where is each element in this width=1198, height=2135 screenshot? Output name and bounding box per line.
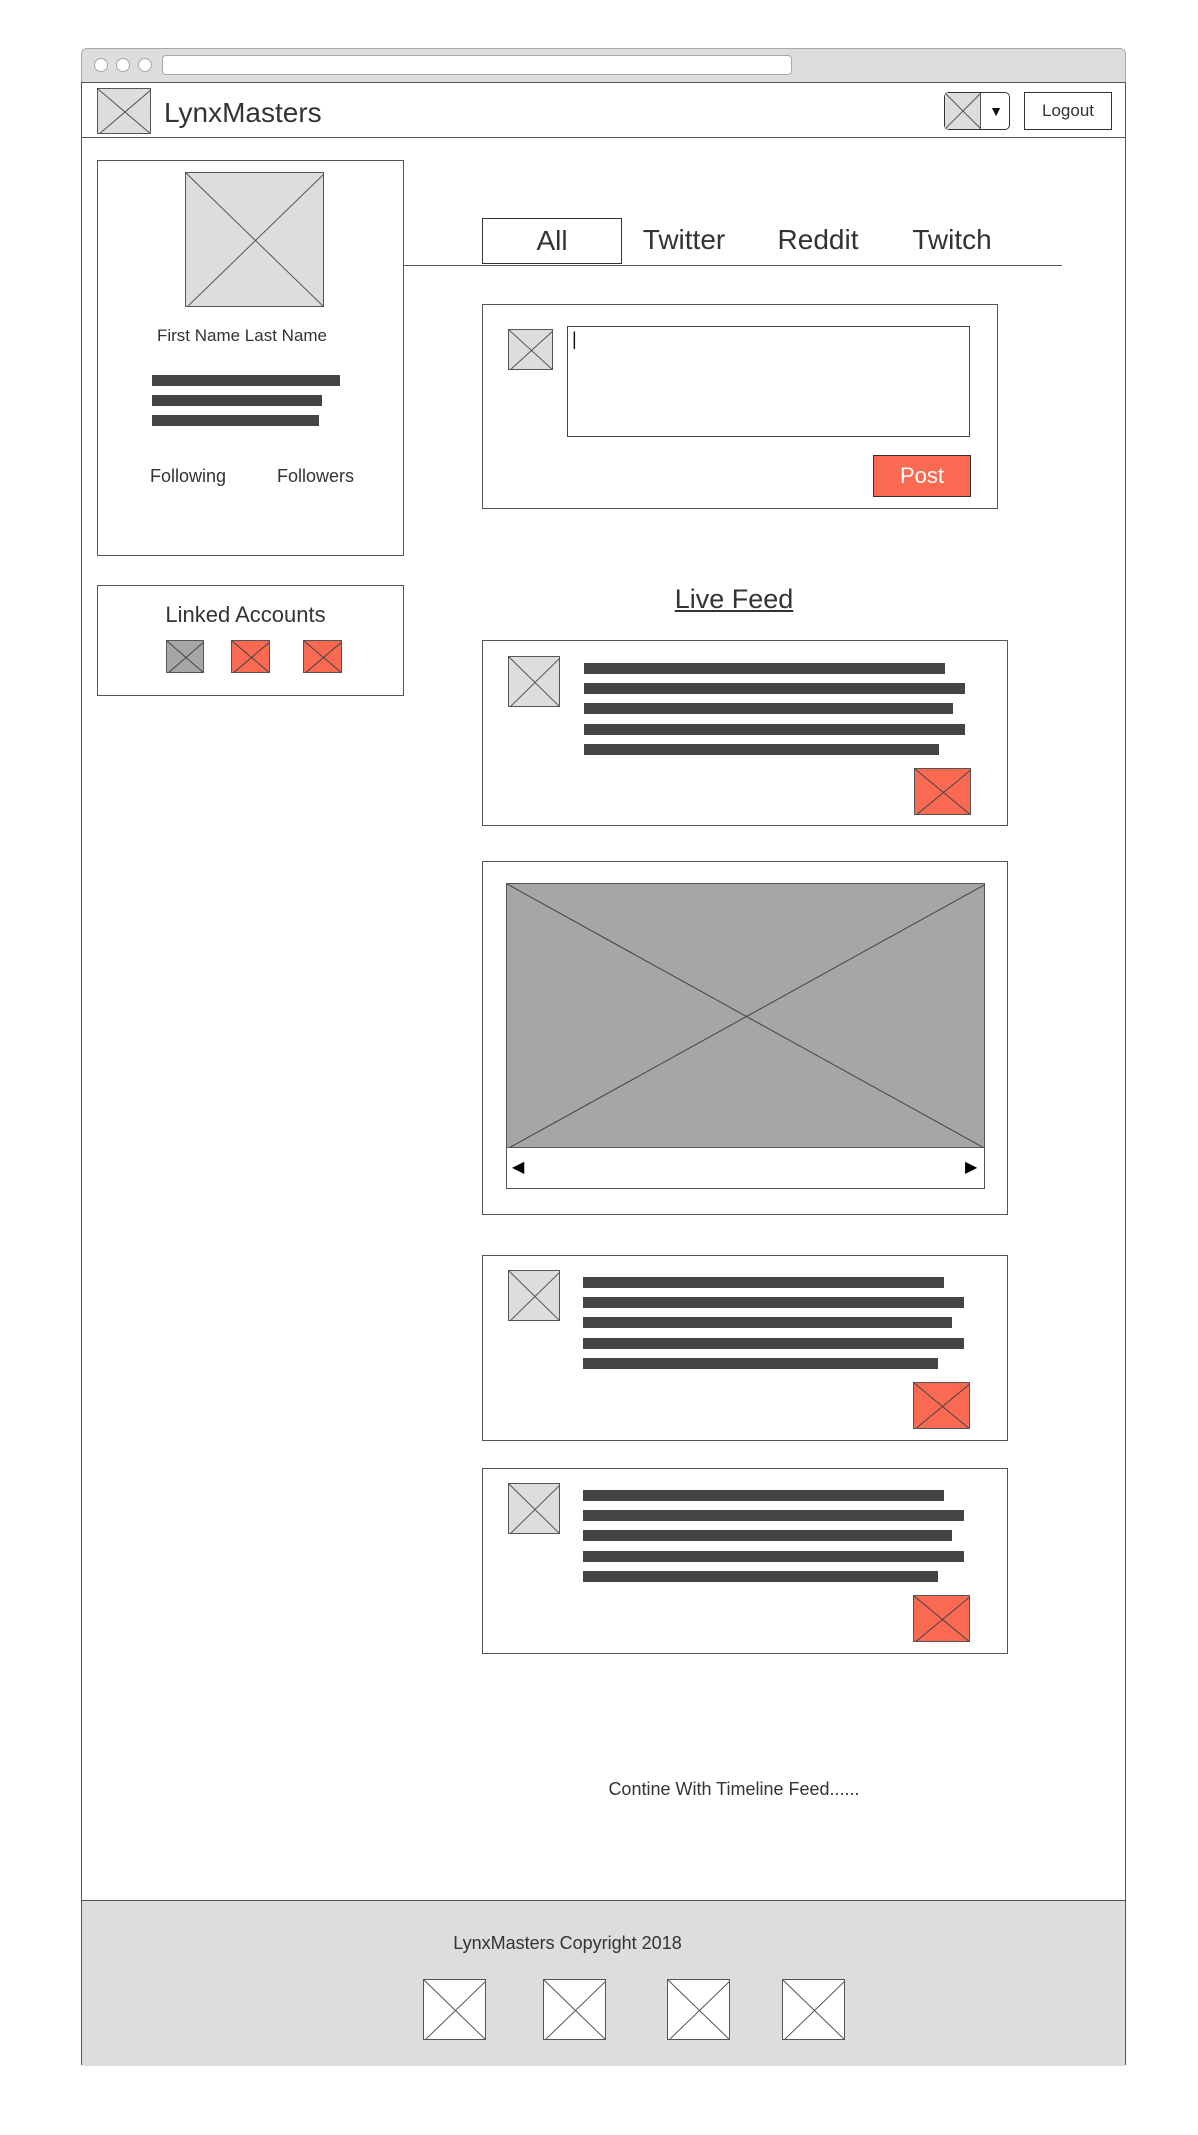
post-textarea[interactable]: | (567, 326, 970, 437)
user-menu-dropdown[interactable]: ▼ (944, 92, 1010, 130)
carousel-controls: ◀ ▶ (506, 1147, 985, 1189)
user-avatar-icon (945, 93, 981, 129)
tab-reddit[interactable]: Reddit (766, 218, 870, 264)
feed-text-line (583, 1358, 938, 1369)
feed-text-line (583, 1277, 944, 1288)
tab-twitch[interactable]: Twitch (900, 218, 1004, 264)
feed-avatar-icon[interactable] (508, 1483, 560, 1534)
composer-avatar-icon (508, 329, 553, 370)
tab-all[interactable]: All (482, 218, 622, 264)
profile-name: First Name Last Name (156, 326, 328, 345)
live-feed-title: Live Feed (674, 584, 794, 614)
feed-text-line (583, 1317, 952, 1328)
feed-text-line (583, 1510, 964, 1521)
logo-image-icon[interactable] (97, 88, 151, 134)
logout-button[interactable]: Logout (1024, 92, 1112, 130)
feed-text-line (583, 1551, 964, 1562)
feed-text-line (584, 703, 953, 714)
carousel-next-icon[interactable]: ▶ (965, 1148, 977, 1188)
window-minimize-dot[interactable] (116, 58, 130, 72)
post-button[interactable]: Post (873, 455, 971, 497)
linked-accounts-title: Linked Accounts (165, 602, 326, 627)
linked-account-icon[interactable] (231, 640, 270, 673)
following-link[interactable]: Following (150, 466, 226, 487)
media-image-icon[interactable] (506, 883, 985, 1148)
chevron-down-icon[interactable]: ▼ (981, 93, 1011, 129)
browser-titlebar (81, 48, 1126, 82)
continue-feed-text: Contine With Timeline Feed...... (608, 1779, 860, 1799)
feed-avatar-icon[interactable] (508, 1270, 560, 1321)
footer-social-icon[interactable] (423, 1979, 486, 2040)
followers-link[interactable]: Followers (277, 466, 354, 487)
feed-text-line (584, 663, 945, 674)
brand-title[interactable]: LynxMasters (164, 96, 322, 130)
profile-picture-icon[interactable] (185, 172, 324, 307)
feed-avatar-icon[interactable] (508, 656, 560, 707)
address-bar[interactable] (162, 55, 792, 75)
linked-account-icon[interactable] (166, 640, 204, 673)
feed-source-icon[interactable] (914, 768, 971, 815)
feed-text-line (583, 1571, 938, 1582)
footer-social-icon[interactable] (667, 1979, 730, 2040)
feed-text-line (583, 1530, 952, 1541)
profile-bio-line (152, 395, 322, 406)
window-maximize-dot[interactable] (138, 58, 152, 72)
footer-copyright: LynxMasters Copyright 2018 (453, 1933, 682, 1953)
feed-text-line (584, 724, 965, 735)
window-close-dot[interactable] (94, 58, 108, 72)
feed-text-line (584, 683, 965, 694)
tab-twitter[interactable]: Twitter (632, 218, 736, 264)
linked-account-icon[interactable] (303, 640, 342, 673)
feed-source-icon[interactable] (913, 1382, 970, 1429)
footer-social-icon[interactable] (782, 1979, 845, 2040)
feed-text-line (583, 1338, 964, 1349)
feed-text-line (584, 744, 939, 755)
feed-text-line (583, 1490, 944, 1501)
feed-source-icon[interactable] (913, 1595, 970, 1642)
profile-bio-line (152, 375, 340, 386)
footer-social-icon[interactable] (543, 1979, 606, 2040)
tabs-underline (403, 265, 1062, 266)
carousel-prev-icon[interactable]: ◀ (512, 1148, 524, 1188)
profile-bio-line (152, 415, 319, 426)
feed-text-line (583, 1297, 964, 1308)
